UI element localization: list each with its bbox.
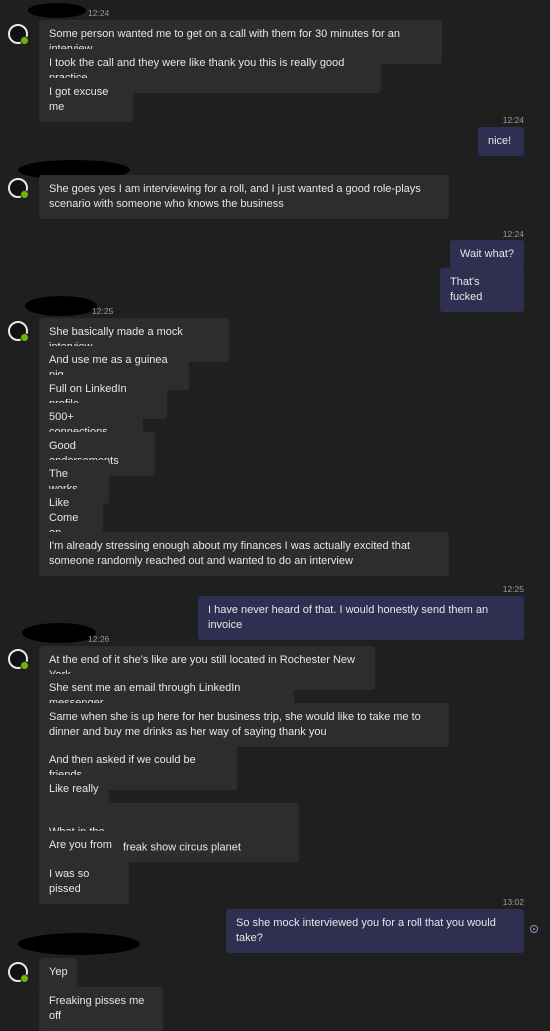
outgoing-message[interactable]: I have never heard of that. I would hone… <box>198 596 524 640</box>
sender-avatar[interactable] <box>8 321 29 342</box>
outgoing-message[interactable]: nice! <box>478 127 524 156</box>
incoming-message[interactable]: Like really <box>39 775 109 804</box>
incoming-message[interactable]: I was so pissed <box>39 860 129 904</box>
message-timestamp: 12:25 <box>92 306 114 316</box>
incoming-message[interactable]: Same when she is up here for her busines… <box>39 703 449 747</box>
incoming-message[interactable]: Yep <box>39 958 77 987</box>
message-timestamp: 12:24 <box>502 229 524 239</box>
redacted-sender-name <box>18 933 140 955</box>
sender-avatar[interactable] <box>8 24 29 45</box>
read-receipt-icon <box>530 925 538 933</box>
incoming-message[interactable]: I'm already stressing enough about my fi… <box>39 532 449 576</box>
sender-avatar[interactable] <box>8 178 29 199</box>
presence-available-icon <box>20 36 29 45</box>
outgoing-message[interactable]: That's fucked <box>440 268 524 312</box>
outgoing-message[interactable]: Wait what? <box>450 240 524 269</box>
redacted-sender-name <box>28 3 86 18</box>
message-timestamp: 12:24 <box>502 115 524 125</box>
presence-available-icon <box>20 333 29 342</box>
sender-avatar[interactable] <box>8 649 29 670</box>
presence-available-icon <box>20 190 29 199</box>
incoming-message[interactable]: I got excuse me <box>39 78 133 122</box>
presence-available-icon <box>20 974 29 983</box>
incoming-message[interactable]: She goes yes I am interviewing for a rol… <box>39 175 449 219</box>
incoming-message[interactable]: Freaking pisses me off <box>39 987 163 1031</box>
presence-available-icon <box>20 661 29 670</box>
outgoing-message[interactable]: So she mock interviewed you for a roll t… <box>226 909 524 953</box>
message-timestamp: 13:02 <box>502 897 524 907</box>
message-timestamp: 12:26 <box>88 634 110 644</box>
redacted-sender-name <box>22 623 96 643</box>
message-timestamp: 12:24 <box>88 8 110 18</box>
redacted-sender-name <box>25 296 97 316</box>
incoming-message[interactable]: Are you from <box>39 831 123 860</box>
sender-avatar[interactable] <box>8 962 29 983</box>
message-timestamp: 12:25 <box>502 584 524 594</box>
